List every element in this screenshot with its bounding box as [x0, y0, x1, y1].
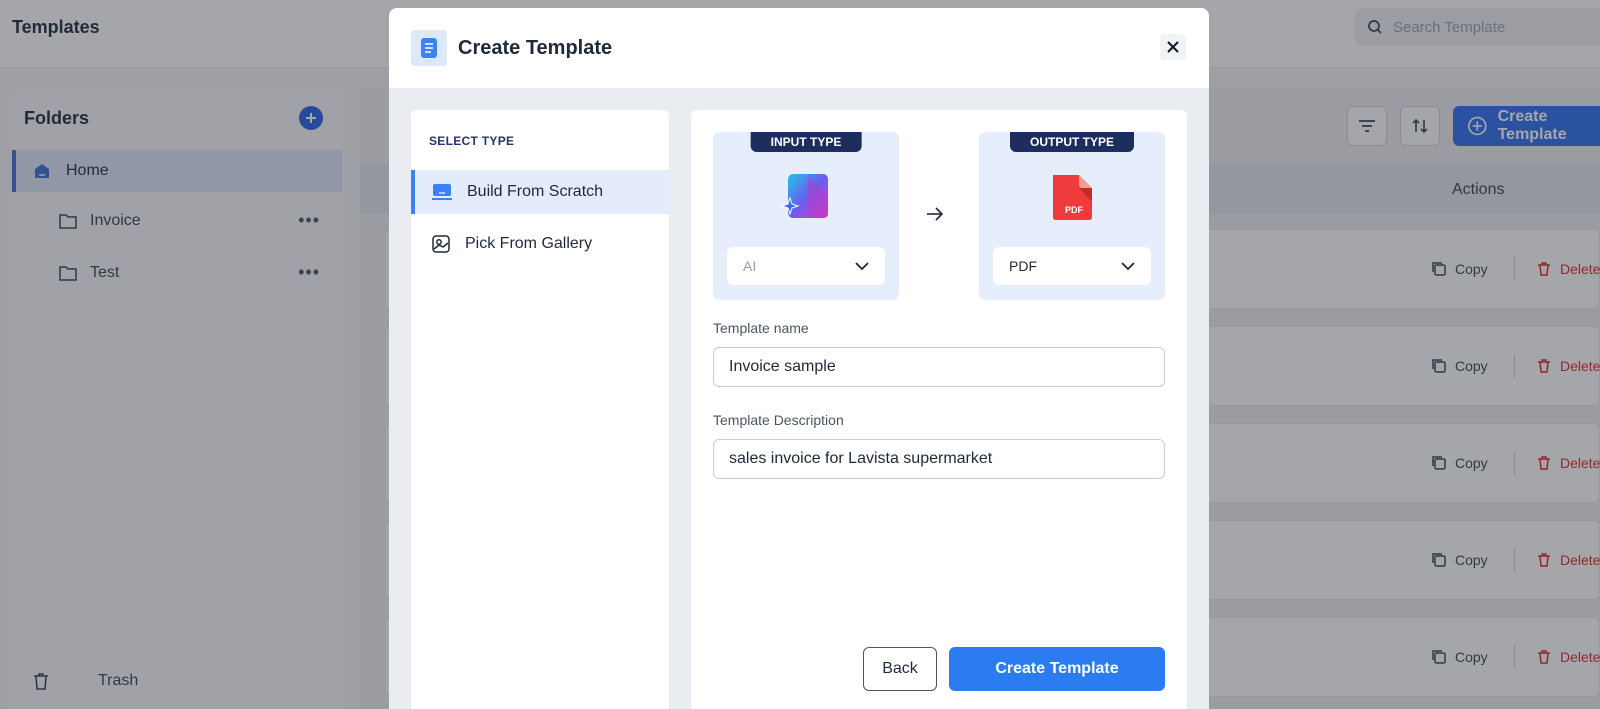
output-type-value: PDF — [1009, 258, 1037, 274]
type-pick-from-gallery[interactable]: Pick From Gallery — [411, 222, 669, 266]
modal-title: Create Template — [458, 37, 613, 59]
type-label: Build From Scratch — [467, 183, 604, 200]
document-icon — [411, 30, 447, 66]
template-name-input[interactable]: Invoice sample — [713, 347, 1165, 387]
template-form: INPUT TYPE AI OUTPUT TYPE PDF PDF Templa… — [691, 110, 1187, 709]
modal-header: Create Template — [389, 8, 1209, 88]
input-type-badge: INPUT TYPE — [750, 132, 862, 152]
pdf-file-icon: PDF — [1053, 175, 1092, 220]
close-icon — [1167, 41, 1179, 53]
chevron-down-icon — [1121, 261, 1135, 270]
select-type-heading: SELECT TYPE — [429, 134, 515, 148]
type-build-from-scratch[interactable]: Build From Scratch — [411, 170, 669, 214]
ai-icon — [782, 174, 828, 218]
output-type-select[interactable]: PDF — [993, 247, 1151, 285]
input-type-select[interactable]: AI — [727, 247, 885, 285]
gallery-icon — [432, 235, 450, 253]
input-type-value: AI — [743, 258, 757, 274]
create-template-modal: Create Template SELECT TYPE Build From S… — [389, 8, 1209, 709]
template-description-input[interactable]: sales invoice for Lavista supermarket — [713, 439, 1165, 479]
template-name-value: Invoice sample — [729, 358, 836, 375]
template-name-label: Template name — [713, 320, 809, 336]
close-button[interactable] — [1160, 34, 1186, 60]
output-type-badge: OUTPUT TYPE — [1009, 132, 1135, 152]
back-button[interactable]: Back — [863, 647, 937, 691]
arrow-right-icon — [927, 207, 944, 221]
input-type-card: INPUT TYPE AI — [713, 132, 899, 300]
select-type-panel: SELECT TYPE Build From Scratch Pick From… — [411, 110, 669, 709]
create-template-submit-button[interactable]: Create Template — [949, 647, 1165, 691]
type-label: Pick From Gallery — [465, 235, 593, 252]
template-description-label: Template Description — [713, 412, 844, 428]
output-type-card: OUTPUT TYPE PDF PDF — [979, 132, 1165, 300]
chevron-down-icon — [855, 261, 869, 270]
laptop-icon — [432, 184, 452, 200]
pdf-icon-text: PDF — [1065, 205, 1084, 215]
template-description-value: sales invoice for Lavista supermarket — [729, 450, 993, 467]
